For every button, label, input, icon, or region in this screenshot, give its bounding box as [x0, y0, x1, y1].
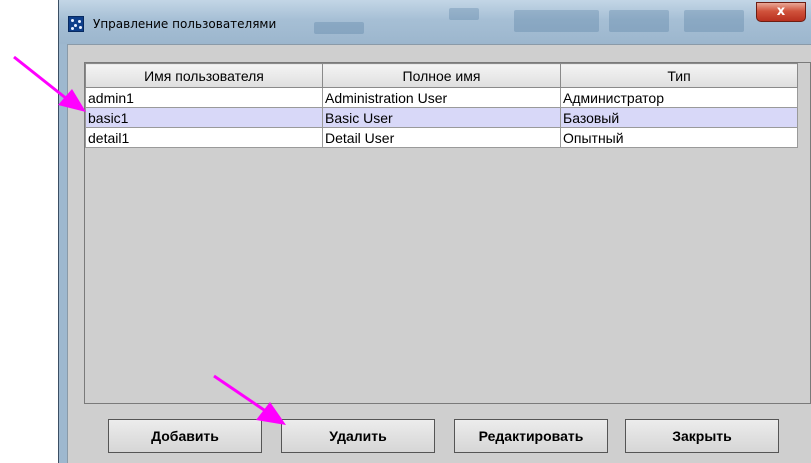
cell-type[interactable]: Администратор: [560, 87, 798, 108]
cell-fullname[interactable]: Basic User: [322, 107, 561, 128]
dialog-content: Имя пользователя Полное имя Тип admin1 A…: [67, 44, 811, 463]
close-button[interactable]: Закрыть: [625, 419, 779, 453]
cell-fullname[interactable]: Administration User: [322, 87, 561, 108]
cell-username[interactable]: admin1: [85, 87, 323, 108]
background-window-ghost: [684, 10, 744, 32]
app-icon: [68, 16, 84, 32]
column-header-type[interactable]: Тип: [560, 63, 798, 88]
background-window-ghost: [609, 10, 669, 32]
cell-type[interactable]: Базовый: [560, 107, 798, 128]
delete-button[interactable]: Удалить: [281, 419, 435, 453]
table-row-selected[interactable]: basic1 Basic User Базовый: [85, 107, 798, 128]
window-close-button[interactable]: x: [756, 2, 806, 22]
table-row[interactable]: detail1 Detail User Опытный: [85, 127, 798, 148]
add-button[interactable]: Добавить: [108, 419, 262, 453]
background-window-ghost: [449, 8, 479, 20]
user-management-dialog: Управление пользователями x Имя пользова…: [58, 0, 811, 463]
cell-username[interactable]: basic1: [85, 107, 323, 128]
users-table: Имя пользователя Полное имя Тип admin1 A…: [85, 63, 798, 148]
table-header-row: Имя пользователя Полное имя Тип: [85, 63, 798, 88]
background-window-ghost: [314, 22, 364, 34]
cell-fullname[interactable]: Detail User: [322, 127, 561, 148]
cell-username[interactable]: detail1: [85, 127, 323, 148]
column-header-username[interactable]: Имя пользователя: [85, 63, 323, 88]
table-row[interactable]: admin1 Administration User Администратор: [85, 87, 798, 108]
column-header-fullname[interactable]: Полное имя: [322, 63, 561, 88]
users-table-scrollpane[interactable]: Имя пользователя Полное имя Тип admin1 A…: [84, 62, 811, 404]
window-title: Управление пользователями: [93, 17, 277, 31]
background-window-ghost: [514, 10, 599, 32]
cell-type[interactable]: Опытный: [560, 127, 798, 148]
edit-button[interactable]: Редактировать: [454, 419, 608, 453]
title-bar[interactable]: Управление пользователями x: [59, 0, 811, 44]
